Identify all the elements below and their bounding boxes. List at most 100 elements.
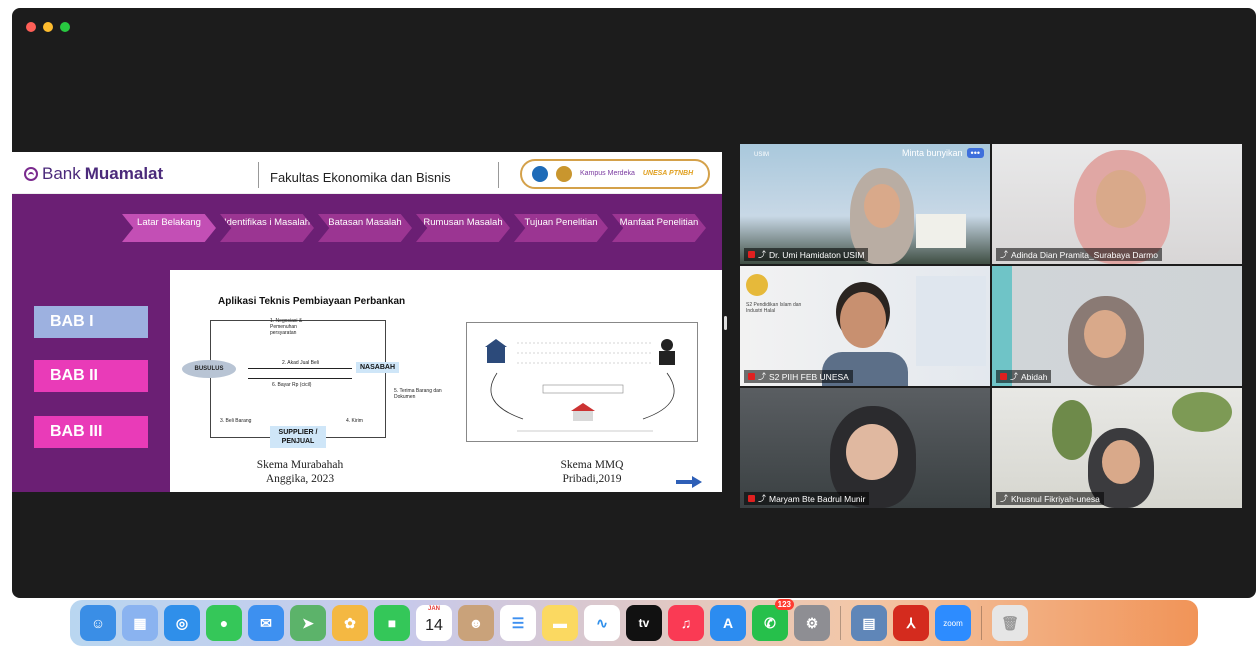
bab-2-button[interactable]: BAB II xyxy=(34,360,148,392)
arrow-akad xyxy=(248,368,352,369)
emblem-logo-icon xyxy=(556,166,572,182)
messages-icon[interactable]: ● xyxy=(206,605,242,641)
pin-icon: ⤴ xyxy=(758,494,766,503)
participant-tile[interactable]: S2 Pendidikan Islam dan Industri Halal ⤴… xyxy=(740,266,990,386)
participant-face xyxy=(1084,310,1126,358)
mic-off-icon xyxy=(748,495,755,502)
participant-tile[interactable]: ⤴ Khusnul Fikriyah-unesa xyxy=(992,388,1242,508)
mic-off-icon xyxy=(748,373,755,380)
system-settings-icon[interactable]: ⚙ xyxy=(794,605,830,641)
participant-face xyxy=(1102,440,1140,484)
participant-face xyxy=(840,292,886,348)
pin-icon: ⤴ xyxy=(1000,250,1008,259)
fullscreen-window-button[interactable] xyxy=(60,22,70,32)
participant-tile[interactable]: ⤴ Abidah xyxy=(992,266,1242,386)
kampus-merdeka-logo: Kampus Merdeka xyxy=(580,170,635,177)
macos-dock: ☺ ▦ ◎ ● ✉ ➤ ✿ ■ JAN 14 ☻ ☰ ▬ ∿ tv ♫ A ✆ … xyxy=(70,599,1198,646)
program-text: S2 Pendidikan Islam dan Industri Halal xyxy=(746,302,802,314)
step-akad: 2. Akad Jual Beli xyxy=(282,360,319,366)
mmq-diagram xyxy=(466,322,698,442)
step-terima: 5. Terima Barang dan Dokumen xyxy=(394,388,442,400)
step-beli-barang: 3. Beli Barang xyxy=(220,418,252,424)
background-building xyxy=(916,214,966,248)
participant-name: ⤴ Dr. Umi Hamidaton USIM xyxy=(744,248,869,261)
unesa-logo-icon xyxy=(746,274,768,296)
bank-muamalat-logo: Bank Muamalat xyxy=(24,164,163,184)
nav-latar-belakang[interactable]: Latar Belakang xyxy=(122,214,216,242)
supplier-node: SUPPLIER / PENJUAL xyxy=(270,426,326,448)
participant-face xyxy=(864,184,900,228)
app-store-icon[interactable]: A xyxy=(710,605,746,641)
participant-face xyxy=(846,424,898,480)
mic-off-icon xyxy=(1000,373,1007,380)
nav-manfaat-penelitian[interactable]: Manfaat Penelitian xyxy=(612,214,706,242)
bab-1-button[interactable]: BAB I xyxy=(34,306,148,338)
background-plant xyxy=(1172,392,1232,432)
trash-icon[interactable]: 🗑 xyxy=(992,605,1028,641)
photos-icon[interactable]: ✿ xyxy=(332,605,368,641)
caption-murabahah: Skema Murabahah Anggika, 2023 xyxy=(256,459,344,485)
facetime-icon[interactable]: ■ xyxy=(374,605,410,641)
participant-name: ⤴ Abidah xyxy=(996,370,1052,383)
nasabah-node: NASABAH xyxy=(356,362,399,373)
notes-icon[interactable]: ▬ xyxy=(542,605,578,641)
caption-mmq: Skema MMQ Pribadi,2019 xyxy=(560,459,624,485)
bank-node: BUSULUS xyxy=(182,360,236,378)
slide-header: Bank Muamalat Fakultas Ekonomika dan Bisn… xyxy=(12,152,722,194)
unesa-logo: UNESA PTNBH xyxy=(642,170,694,177)
shared-slide: Bank Muamalat Fakultas Ekonomika dan Bisn… xyxy=(12,152,722,492)
participant-face xyxy=(1096,170,1146,228)
step-kirim: 4. Kirim xyxy=(346,418,363,424)
partner-logos: Kampus Merdeka UNESA PTNBH xyxy=(520,159,710,189)
reminders-icon[interactable]: ☰ xyxy=(500,605,536,641)
step-negosiasi: 1. Negosiasi & Pemenuhan persyaratan xyxy=(270,318,303,336)
window-controls xyxy=(26,22,70,32)
participant-name: ⤴ Adinda Dian Pramita_Surabaya Darmo xyxy=(996,248,1162,261)
nav-rumusan-masalah[interactable]: Rumusan Masalah xyxy=(416,214,510,242)
freeform-icon[interactable]: ∿ xyxy=(584,605,620,641)
whatsapp-badge: 123 xyxy=(774,599,794,610)
background-plant xyxy=(1052,400,1092,460)
zoom-meeting-window: Bank Muamalat Fakultas Ekonomika dan Bisn… xyxy=(12,8,1256,598)
pin-icon: ⤴ xyxy=(758,250,766,259)
zoom-icon[interactable]: zoom xyxy=(935,605,971,641)
tut-wuri-logo-icon xyxy=(532,166,548,182)
safari-icon[interactable]: ◎ xyxy=(164,605,200,641)
pin-icon: ⤴ xyxy=(1010,372,1018,381)
usim-logo: USIM xyxy=(754,152,769,158)
participant-tile[interactable]: ⤴ Maryam Bte Badrul Munir xyxy=(740,388,990,508)
mic-off-icon xyxy=(748,251,755,258)
participant-gallery: USIM Minta bunyikan ••• ⤴ Dr. Umi Hamida… xyxy=(740,144,1242,508)
next-arrow-icon[interactable] xyxy=(676,476,702,488)
finder-icon[interactable]: ☺ xyxy=(80,605,116,641)
participant-tile[interactable]: ⤴ Adinda Dian Pramita_Surabaya Darmo xyxy=(992,144,1242,264)
whatsapp-icon[interactable]: ✆ 123 xyxy=(752,599,794,641)
calendar-icon[interactable]: JAN 14 xyxy=(416,605,452,641)
background-infographic xyxy=(916,276,986,366)
participant-name: ⤴ Maryam Bte Badrul Munir xyxy=(744,492,870,505)
nav-identifikasi-masalah[interactable]: Identifikas i Masalah xyxy=(220,214,314,242)
acrobat-icon[interactable]: ⅄ xyxy=(893,605,929,641)
launchpad-icon[interactable]: ▦ xyxy=(122,605,158,641)
close-window-button[interactable] xyxy=(26,22,36,32)
bab-3-button[interactable]: BAB III xyxy=(34,416,148,448)
minimize-window-button[interactable] xyxy=(43,22,53,32)
contacts-icon[interactable]: ☻ xyxy=(458,605,494,641)
nav-batasan-masalah[interactable]: Batasan Masalah xyxy=(318,214,412,242)
splitter-handle[interactable] xyxy=(724,316,727,330)
arrow-bayar xyxy=(248,378,352,379)
content-title: Aplikasi Teknis Pembiayaan Perbankan xyxy=(218,296,406,307)
participant-tile[interactable]: USIM Minta bunyikan ••• ⤴ Dr. Umi Hamida… xyxy=(740,144,990,264)
bank-muamalat-icon xyxy=(24,167,38,181)
dock-separator xyxy=(981,606,982,640)
mail-icon[interactable]: ✉ xyxy=(248,605,284,641)
maps-icon[interactable]: ➤ xyxy=(290,605,326,641)
nav-tujuan-penelitian[interactable]: Tujuan Penelitian xyxy=(514,214,608,242)
apple-tv-icon[interactable]: tv xyxy=(626,605,662,641)
preview-icon[interactable]: ▤ xyxy=(851,605,887,641)
header-divider xyxy=(498,162,499,188)
music-icon[interactable]: ♫ xyxy=(668,605,704,641)
dock-separator xyxy=(840,606,841,640)
more-options-button[interactable]: ••• xyxy=(966,148,984,158)
ask-to-unmute[interactable]: Minta bunyikan ••• xyxy=(902,148,984,158)
